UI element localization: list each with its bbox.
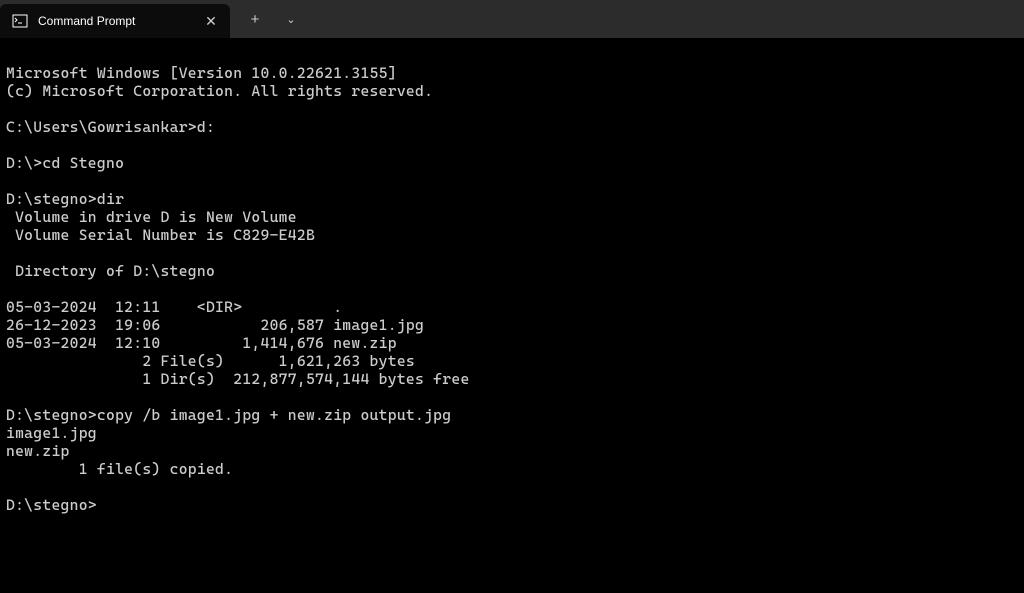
output-line: Directory of D:\stegno [6,262,215,280]
prompt-line: D:\>cd Stegno [6,154,124,172]
dir-entry: 05-03-2024 12:10 1,414,676 new.zip [6,334,397,352]
window-titlebar: Command Prompt ✕ + ⌄ [0,0,1024,38]
output-line: Volume in drive D is New Volume [6,208,297,226]
output-line: Volume Serial Number is C829-E42B [6,226,315,244]
prompt-line: D:\stegno>dir [6,190,124,208]
dir-entry: 26-12-2023 19:06 206,587 image1.jpg [6,316,424,334]
terminal-tab[interactable]: Command Prompt ✕ [0,4,230,38]
titlebar-controls: + ⌄ [230,4,306,34]
dropdown-icon[interactable]: ⌄ [276,4,306,34]
close-icon[interactable]: ✕ [202,12,220,30]
tab-title: Command Prompt [38,14,192,28]
output-line: 1 file(s) copied. [6,460,233,478]
prompt-line: D:\stegno>copy /b image1.jpg + new.zip o… [6,406,451,424]
dir-entry: 05-03-2024 12:11 <DIR> . [6,298,342,316]
version-line: Microsoft Windows [Version 10.0.22621.31… [6,64,397,82]
output-line: image1.jpg [6,424,97,442]
dir-summary: 2 File(s) 1,621,263 bytes [6,352,415,370]
copyright-line: (c) Microsoft Corporation. All rights re… [6,82,433,100]
prompt-line: C:\Users\Gowrisankar>d: [6,118,215,136]
new-tab-button[interactable]: + [240,4,270,34]
current-prompt: D:\stegno> [6,496,97,514]
dir-summary: 1 Dir(s) 212,877,574,144 bytes free [6,370,470,388]
output-line: new.zip [6,442,70,460]
terminal-icon [12,13,28,29]
terminal-output[interactable]: Microsoft Windows [Version 10.0.22621.31… [0,38,1024,522]
